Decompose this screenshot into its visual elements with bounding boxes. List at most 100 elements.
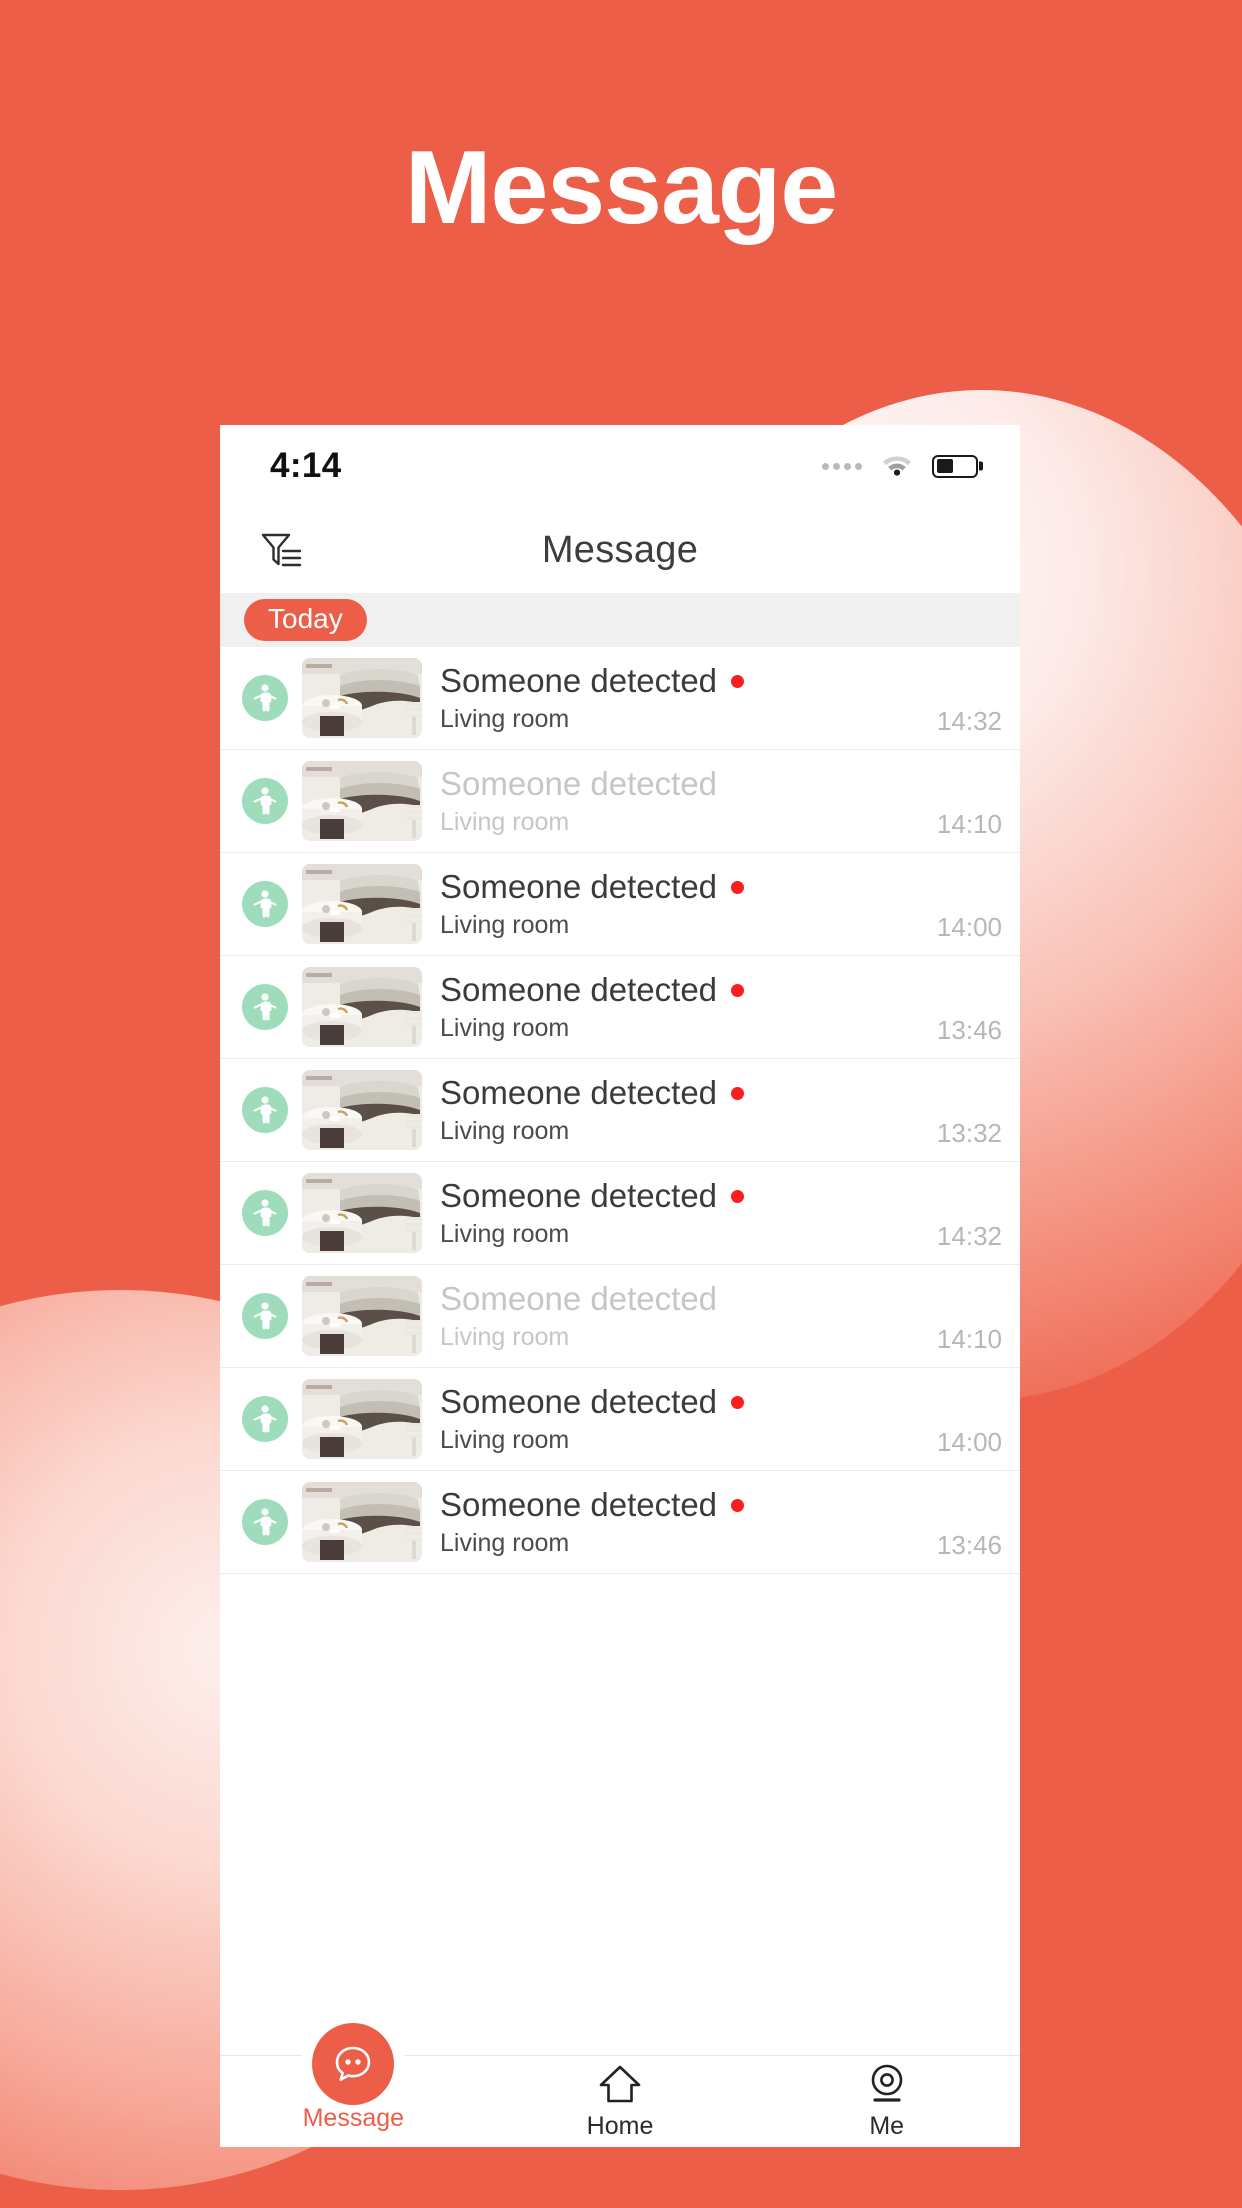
event-thumbnail[interactable] bbox=[302, 1379, 422, 1459]
tab-message[interactable]: Message bbox=[220, 2012, 487, 2147]
chat-bubble-icon bbox=[301, 2012, 406, 2116]
date-chip-today: Today bbox=[244, 599, 367, 641]
message-title: Someone detected bbox=[440, 1177, 718, 1214]
message-title-line: Someone detected bbox=[440, 971, 925, 1009]
message-location: Living room bbox=[440, 705, 570, 733]
person-detected-icon bbox=[242, 881, 288, 927]
message-location: Living room bbox=[440, 808, 570, 836]
unread-dot bbox=[731, 880, 745, 894]
person-detected-icon bbox=[242, 1396, 288, 1442]
filter-funnel-icon[interactable] bbox=[252, 521, 310, 579]
message-time: 14:10 bbox=[936, 1324, 1002, 1354]
message-text-block: Someone detected Living room bbox=[440, 1280, 925, 1352]
battery-icon bbox=[932, 454, 978, 478]
message-title: Someone detected bbox=[440, 765, 718, 802]
tab-home[interactable]: Home bbox=[487, 2056, 754, 2147]
message-text-block: Someone detected Living room bbox=[440, 1074, 925, 1146]
message-text-block: Someone detected Living room bbox=[440, 1486, 925, 1558]
message-title-line: Someone detected bbox=[440, 868, 925, 906]
message-text-block: Someone detected Living room bbox=[440, 971, 925, 1043]
person-detected-icon bbox=[242, 1190, 288, 1236]
message-location: Living room bbox=[440, 1117, 570, 1145]
status-bar-indicators bbox=[822, 451, 978, 481]
event-thumbnail[interactable] bbox=[302, 1173, 422, 1253]
message-text-block: Someone detected Living room bbox=[440, 662, 925, 734]
message-title: Someone detected bbox=[440, 1280, 718, 1317]
message-title-line: Someone detected bbox=[440, 1177, 925, 1215]
message-time: 14:32 bbox=[936, 1221, 1002, 1251]
message-time: 13:46 bbox=[936, 1530, 1002, 1560]
event-thumbnail[interactable] bbox=[302, 1276, 422, 1356]
person-detected-icon bbox=[242, 1499, 288, 1545]
tab-me-label: Me bbox=[869, 2112, 905, 2140]
message-location: Living room bbox=[440, 1220, 570, 1248]
message-title-line: Someone detected bbox=[440, 1383, 925, 1421]
message-title-line: Someone detected bbox=[440, 765, 925, 803]
camera-lens-icon bbox=[864, 2062, 910, 2106]
unread-dot bbox=[731, 1395, 745, 1409]
message-title: Someone detected bbox=[440, 662, 718, 699]
event-thumbnail[interactable] bbox=[302, 864, 422, 944]
message-time: 14:00 bbox=[936, 1427, 1002, 1457]
message-row[interactable]: Someone detected Living room 14:32 bbox=[220, 1162, 1020, 1265]
message-row[interactable]: Someone detected Living room 14:10 bbox=[220, 750, 1020, 853]
message-time: 14:00 bbox=[936, 912, 1002, 942]
message-title: Someone detected bbox=[440, 1074, 718, 1111]
event-thumbnail[interactable] bbox=[302, 658, 422, 738]
phone-screen: 4:14 Message Today Someone detected Livi… bbox=[220, 425, 1020, 2147]
message-text-block: Someone detected Living room bbox=[440, 765, 925, 837]
message-title-line: Someone detected bbox=[440, 1074, 925, 1112]
message-row[interactable]: Someone detected Living room 14:10 bbox=[220, 1265, 1020, 1368]
unread-dot bbox=[731, 983, 745, 997]
navigation-bar: Message bbox=[220, 507, 1020, 593]
date-divider: Today bbox=[220, 593, 1020, 647]
event-thumbnail[interactable] bbox=[302, 1070, 422, 1150]
unread-dot bbox=[731, 1086, 745, 1100]
event-thumbnail[interactable] bbox=[302, 967, 422, 1047]
wifi-icon bbox=[880, 451, 914, 481]
message-row[interactable]: Someone detected Living room 14:00 bbox=[220, 853, 1020, 956]
message-list[interactable]: Someone detected Living room 14:32 Someo… bbox=[220, 647, 1020, 2055]
unread-dot bbox=[731, 1189, 745, 1203]
message-row[interactable]: Someone detected Living room 14:00 bbox=[220, 1368, 1020, 1471]
message-time: 13:32 bbox=[936, 1118, 1002, 1148]
message-row[interactable]: Someone detected Living room 14:32 bbox=[220, 647, 1020, 750]
bottom-tab-bar: Message Home Me bbox=[220, 2012, 1020, 2147]
status-bar-time: 4:14 bbox=[270, 446, 342, 485]
message-location: Living room bbox=[440, 1014, 570, 1042]
message-title-line: Someone detected bbox=[440, 1486, 925, 1524]
message-row[interactable]: Someone detected Living room 13:46 bbox=[220, 1471, 1020, 1574]
unread-dot bbox=[731, 1498, 745, 1512]
person-detected-icon bbox=[242, 675, 288, 721]
message-time: 13:46 bbox=[936, 1015, 1002, 1045]
signal-dots-icon bbox=[822, 462, 862, 470]
event-thumbnail[interactable] bbox=[302, 1482, 422, 1562]
message-title: Someone detected bbox=[440, 868, 718, 905]
message-title: Someone detected bbox=[440, 1383, 718, 1420]
message-row[interactable]: Someone detected Living room 13:32 bbox=[220, 1059, 1020, 1162]
unread-dot bbox=[731, 674, 745, 688]
message-text-block: Someone detected Living room bbox=[440, 1383, 925, 1455]
tab-message-label: Message bbox=[302, 2104, 405, 2132]
message-row[interactable]: Someone detected Living room 13:46 bbox=[220, 956, 1020, 1059]
message-time: 14:10 bbox=[936, 809, 1002, 839]
message-location: Living room bbox=[440, 1529, 570, 1557]
message-time: 14:32 bbox=[936, 706, 1002, 736]
message-title-line: Someone detected bbox=[440, 1280, 925, 1318]
house-icon bbox=[597, 2062, 643, 2106]
message-text-block: Someone detected Living room bbox=[440, 868, 925, 940]
message-title-line: Someone detected bbox=[440, 662, 925, 700]
person-detected-icon bbox=[242, 1293, 288, 1339]
tab-me[interactable]: Me bbox=[753, 2056, 1020, 2147]
nav-title: Message bbox=[541, 528, 699, 571]
person-detected-icon bbox=[242, 984, 288, 1030]
message-location: Living room bbox=[440, 1426, 570, 1454]
person-detected-icon bbox=[242, 778, 288, 824]
message-title: Someone detected bbox=[440, 1486, 718, 1523]
message-location: Living room bbox=[440, 1323, 570, 1351]
page-title: Message bbox=[404, 130, 838, 246]
status-bar: 4:14 bbox=[220, 425, 1020, 507]
message-location: Living room bbox=[440, 911, 570, 939]
message-title: Someone detected bbox=[440, 971, 718, 1008]
event-thumbnail[interactable] bbox=[302, 761, 422, 841]
